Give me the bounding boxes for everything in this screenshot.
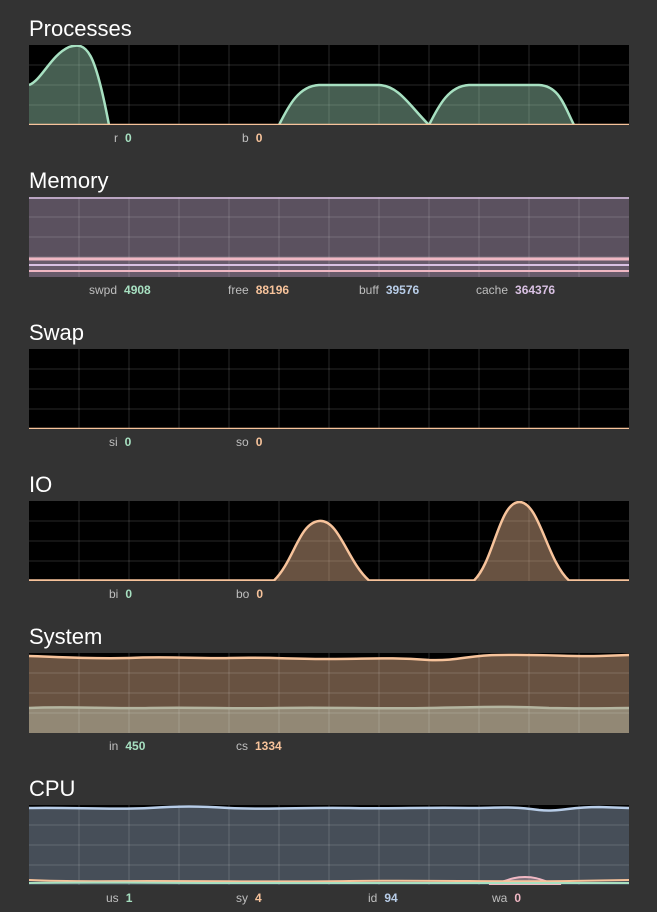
legend-value: 0 <box>255 435 263 449</box>
panel-title: System <box>29 624 103 649</box>
legend-item-si: si 0 <box>109 434 131 450</box>
io-graph <box>29 501 629 581</box>
memory-legend: swpd 4908 free 88196 buff 39576 cache 364376 <box>0 282 657 298</box>
processes-graph <box>29 45 629 125</box>
legend-value: 0 <box>256 587 264 601</box>
panel-title: Swap <box>29 320 85 345</box>
io-legend: bi 0 bo 0 <box>0 586 657 602</box>
legend-label: free <box>228 283 249 297</box>
legend-item-so: so 0 <box>236 434 262 450</box>
legend-label: in <box>109 739 119 753</box>
memory-graph <box>29 197 629 277</box>
legend-label: sy <box>236 891 248 905</box>
legend-item-sy: sy 4 <box>236 890 262 906</box>
legend-label: b <box>242 131 249 145</box>
processes-legend: r0 b0 <box>0 130 657 146</box>
legend-label: si <box>109 435 118 449</box>
panel-title: IO <box>29 472 53 497</box>
legend-label: id <box>368 891 378 905</box>
legend-item-buff: buff 39576 <box>359 282 419 298</box>
legend-label: bi <box>109 587 119 601</box>
legend-value: 0 <box>125 587 133 601</box>
legend-item-cache: cache 364376 <box>476 282 555 298</box>
legend-item-bi: bi 0 <box>109 586 132 602</box>
legend-item-bo: bo 0 <box>236 586 263 602</box>
legend-value: 0 <box>125 131 132 145</box>
legend-item-swpd: swpd 4908 <box>89 282 151 298</box>
legend-value: 364376 <box>515 283 556 297</box>
swap-graph <box>29 349 629 429</box>
cpu-graph <box>29 805 629 885</box>
legend-label: wa <box>492 891 508 905</box>
panel-title: Memory <box>29 168 109 193</box>
legend-label: so <box>236 435 249 449</box>
series-in-line <box>29 705 629 710</box>
legend-item-in: in 450 <box>109 738 145 754</box>
legend-item-b: b0 <box>242 130 262 146</box>
legend-label: bo <box>236 587 250 601</box>
system-legend: in 450 cs 1334 <box>0 738 657 754</box>
legend-label: r <box>114 131 118 145</box>
legend-item-free: free 88196 <box>228 282 289 298</box>
legend-label: us <box>106 891 119 905</box>
panel-title: Processes <box>29 16 132 41</box>
legend-value: 4908 <box>124 283 151 297</box>
legend-value: 450 <box>125 739 146 753</box>
legend-value: 1334 <box>255 739 282 753</box>
legend-value: 4 <box>255 891 262 905</box>
legend-label: buff <box>359 283 379 297</box>
legend-value: 0 <box>514 891 522 905</box>
legend-value: 1 <box>125 891 133 905</box>
legend-label: cache <box>476 283 509 297</box>
legend-value: 94 <box>384 891 398 905</box>
swap-legend: si 0 so 0 <box>0 434 657 450</box>
legend-item-id: id 94 <box>368 890 398 906</box>
legend-value: 39576 <box>385 283 420 297</box>
legend-value: 88196 <box>255 283 290 297</box>
legend-label: swpd <box>89 283 118 297</box>
system-graph <box>29 653 629 733</box>
legend-item-r: r0 <box>114 130 132 146</box>
cpu-legend: us 1 sy 4 id 94 wa 0 <box>0 890 657 906</box>
legend-item-cs: cs 1334 <box>236 738 282 754</box>
legend-item-wa: wa 0 <box>492 890 521 906</box>
legend-value: 0 <box>124 435 132 449</box>
panel-title: CPU <box>29 776 76 801</box>
legend-value: 0 <box>255 131 263 145</box>
legend-item-us: us 1 <box>106 890 132 906</box>
legend-label: cs <box>236 739 248 753</box>
